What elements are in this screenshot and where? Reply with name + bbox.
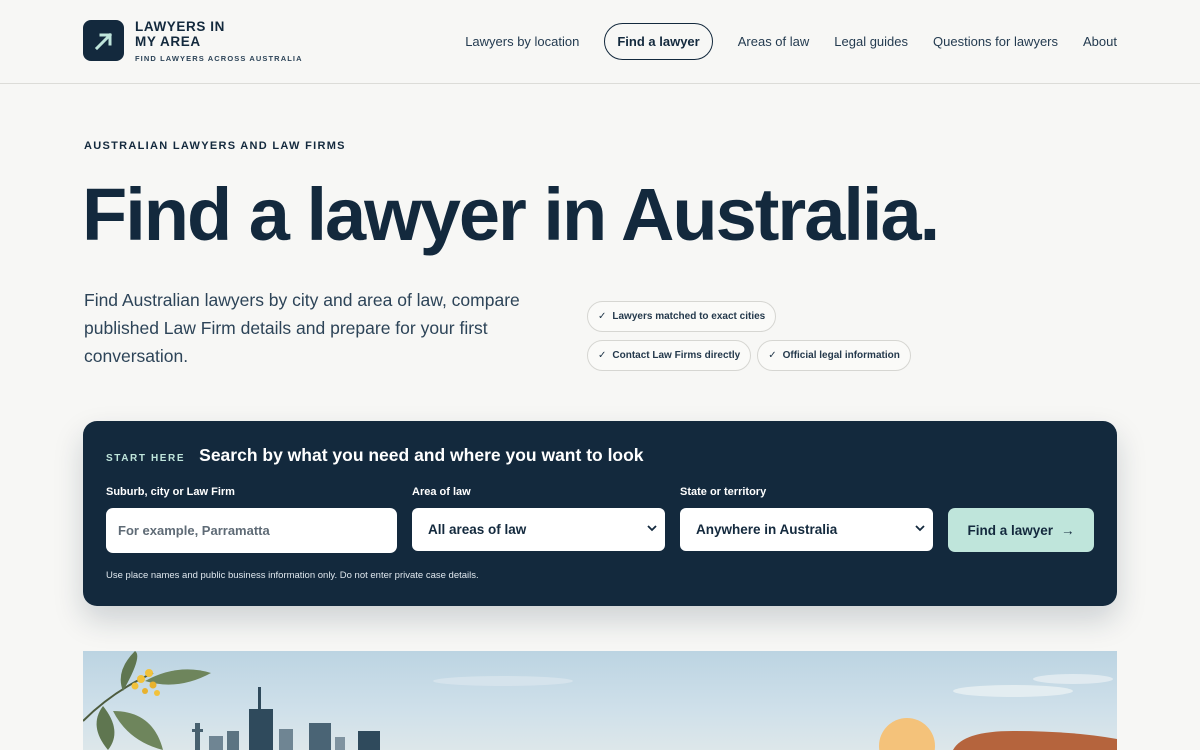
hero-eyebrow: AUSTRALIAN LAWYERS AND LAW FIRMS — [84, 140, 346, 152]
state-select[interactable]: Anywhere in Australia — [680, 508, 933, 551]
search-panel: START HERE Search by what you need and w… — [83, 421, 1117, 606]
logo-name: LAWYERS IN MY AREA — [135, 19, 226, 49]
logo-tagline: FIND LAWYERS ACROSS AUSTRALIA — [135, 54, 303, 63]
nav-about[interactable]: About — [1083, 34, 1117, 49]
nav-lawyers-by-location[interactable]: Lawyers by location — [465, 34, 579, 49]
check-icon: ✓ — [768, 350, 777, 361]
area-of-law-value: All areas of law — [428, 522, 527, 537]
nav-questions-for-lawyers[interactable]: Questions for lawyers — [933, 34, 1058, 49]
main-nav: Lawyers by location Find a lawyer Areas … — [465, 23, 1117, 60]
chevron-down-icon — [647, 524, 657, 535]
nav-legal-guides[interactable]: Legal guides — [834, 34, 908, 49]
check-icon: ✓ — [598, 350, 607, 361]
arrow-up-right-icon — [83, 20, 124, 61]
chevron-down-icon — [915, 524, 925, 535]
site-logo[interactable]: LAWYERS IN MY AREA FIND LAWYERS ACROSS A… — [83, 19, 303, 63]
search-eyebrow: START HERE — [106, 453, 186, 464]
area-of-law-select[interactable]: All areas of law — [412, 508, 665, 551]
find-a-lawyer-button[interactable]: Find a lawyer → — [948, 508, 1094, 552]
location-label: Suburb, city or Law Firm — [106, 486, 235, 498]
privacy-note: Use place names and public business info… — [106, 570, 479, 581]
page-title: Find a lawyer in Australia. — [82, 173, 940, 256]
location-input[interactable] — [106, 508, 397, 553]
state-value: Anywhere in Australia — [696, 522, 838, 537]
nav-areas-of-law[interactable]: Areas of law — [738, 34, 810, 49]
arrow-right-icon: → — [1061, 522, 1075, 538]
check-icon: ✓ — [598, 311, 607, 322]
hero-illustration — [83, 651, 1117, 750]
feature-badge: ✓ Official legal information — [757, 340, 911, 371]
feature-badges: ✓ Lawyers matched to exact cities ✓ Cont… — [587, 301, 927, 379]
hero-description: Find Australian lawyers by city and area… — [84, 290, 520, 366]
search-title: Search by what you need and where you wa… — [199, 445, 644, 465]
site-header: LAWYERS IN MY AREA FIND LAWYERS ACROSS A… — [0, 0, 1200, 84]
feature-badge: ✓ Lawyers matched to exact cities — [587, 301, 777, 332]
nav-find-a-lawyer[interactable]: Find a lawyer — [604, 23, 713, 60]
feature-badge: ✓ Contact Law Firms directly — [587, 340, 752, 371]
area-label: Area of law — [412, 486, 471, 498]
state-label: State or territory — [680, 486, 767, 498]
